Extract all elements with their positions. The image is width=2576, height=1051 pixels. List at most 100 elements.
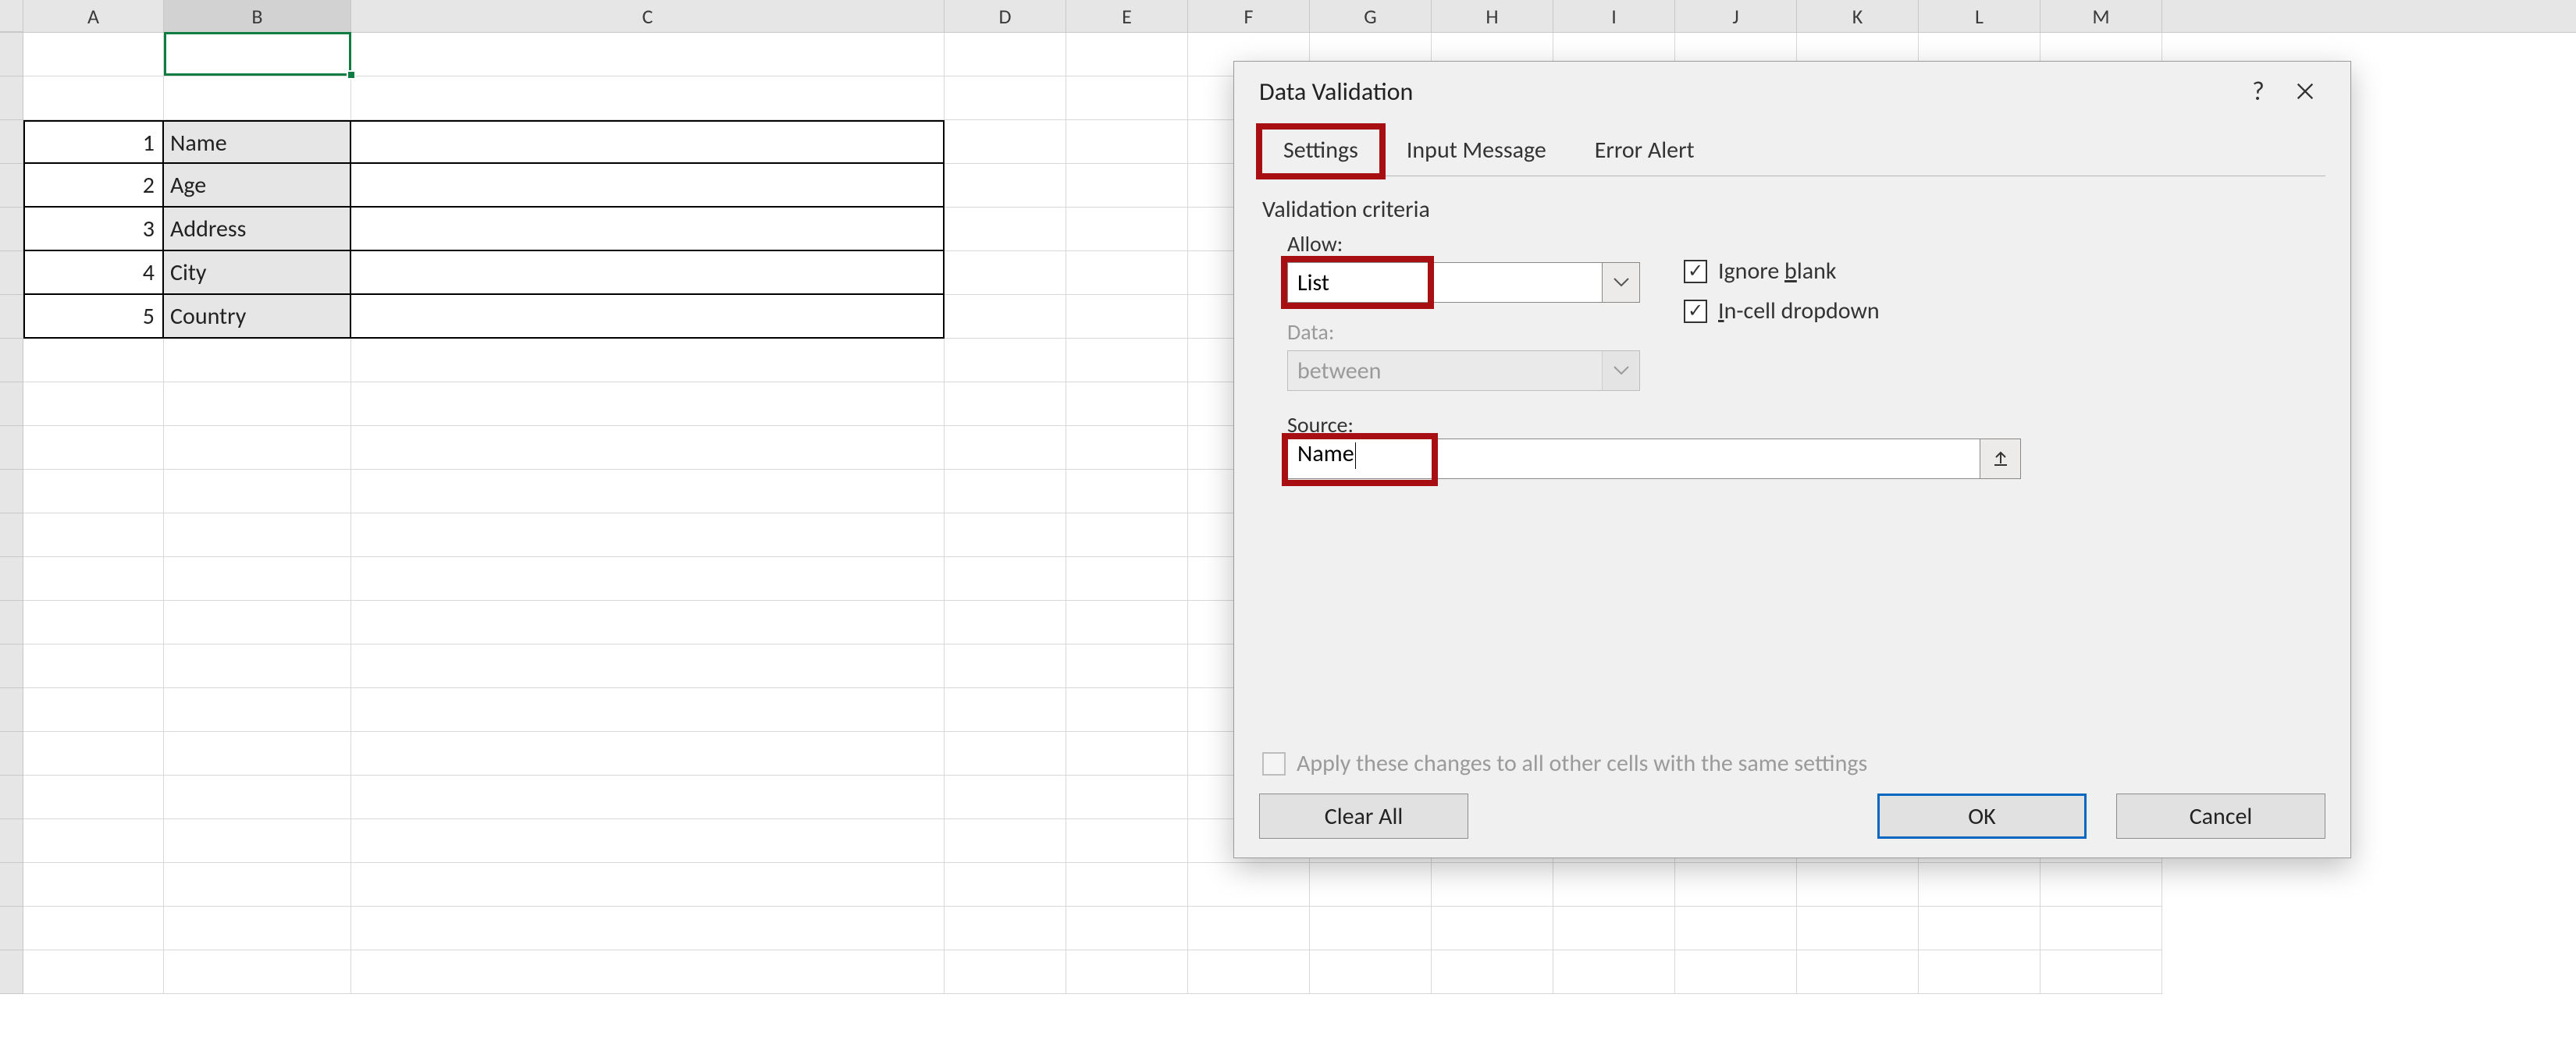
cell[interactable] [351,644,945,688]
cell[interactable] [945,208,1066,251]
cell[interactable] [945,120,1066,164]
col-header-L[interactable]: L [1919,0,2041,32]
cell[interactable] [1310,907,1432,950]
col-header-C[interactable]: C [351,0,945,32]
cell[interactable] [1066,601,1188,644]
cell[interactable] [23,950,164,994]
cell[interactable] [1066,644,1188,688]
cell[interactable] [23,644,164,688]
dialog-titlebar[interactable]: Data Validation ? [1234,62,2350,121]
clear-all-button[interactable]: Clear All [1259,794,1468,839]
col-header-H[interactable]: H [1432,0,1553,32]
cell[interactable] [1066,382,1188,426]
row-header-7[interactable] [0,295,23,339]
cell[interactable] [1675,950,1797,994]
row-header[interactable] [0,644,23,688]
cell[interactable] [164,601,351,644]
cell[interactable] [1066,557,1188,601]
row-header[interactable] [0,470,23,513]
cell[interactable] [164,76,351,120]
cell[interactable] [164,557,351,601]
col-header-K[interactable]: K [1797,0,1919,32]
cell[interactable] [1066,120,1188,164]
cell[interactable] [945,644,1066,688]
row-header[interactable] [0,339,23,382]
cell[interactable] [1066,819,1188,863]
cell[interactable] [1066,208,1188,251]
cell[interactable] [164,33,351,76]
cell[interactable] [1797,863,1919,907]
cell[interactable]: Name [164,120,351,164]
cell[interactable] [351,339,945,382]
cell[interactable] [23,426,164,470]
cell[interactable] [1066,513,1188,557]
cell[interactable] [945,688,1066,732]
cell[interactable] [2041,950,2162,994]
cell[interactable] [945,295,1066,339]
cell[interactable]: 5 [23,295,164,339]
cell[interactable] [23,470,164,513]
cell[interactable] [23,76,164,120]
collapse-dialog-button[interactable] [1980,439,2020,478]
cell[interactable] [1066,950,1188,994]
cell[interactable] [945,732,1066,776]
cell[interactable] [1066,688,1188,732]
cell[interactable] [2041,863,2162,907]
cell[interactable]: Country [164,295,351,339]
cell[interactable] [164,513,351,557]
col-header-J[interactable]: J [1675,0,1797,32]
tab-error-alert[interactable]: Error Alert [1571,126,1719,176]
help-button[interactable]: ? [2235,68,2282,115]
close-button[interactable] [2282,68,2329,115]
cell[interactable] [23,557,164,601]
cell[interactable] [351,164,945,208]
col-header-D[interactable]: D [945,0,1066,32]
cell[interactable] [351,732,945,776]
cell[interactable] [164,863,351,907]
row-header[interactable] [0,819,23,863]
cell[interactable] [23,688,164,732]
row-header-5[interactable] [0,208,23,251]
cell[interactable] [351,863,945,907]
cell[interactable] [351,382,945,426]
cell[interactable] [164,776,351,819]
cell[interactable] [23,33,164,76]
row-header[interactable] [0,557,23,601]
cell[interactable] [1432,950,1553,994]
cell[interactable] [1797,907,1919,950]
cell[interactable] [1066,339,1188,382]
cell[interactable]: City [164,251,351,295]
ignore-blank-checkbox[interactable]: ✓ Ignore blank [1684,257,1880,286]
cell[interactable] [1919,907,2041,950]
cell[interactable] [164,688,351,732]
cell[interactable] [351,776,945,819]
cell[interactable] [1188,863,1310,907]
cell[interactable] [164,950,351,994]
cell[interactable] [1553,907,1675,950]
cell[interactable] [945,76,1066,120]
cell[interactable] [945,776,1066,819]
col-header-M[interactable]: M [2041,0,2162,32]
cell[interactable]: Address [164,208,351,251]
cell[interactable] [1066,76,1188,120]
cell[interactable] [1066,776,1188,819]
cell[interactable] [164,470,351,513]
cell[interactable] [1432,863,1553,907]
cell[interactable] [351,601,945,644]
cell[interactable] [23,776,164,819]
cancel-button[interactable]: Cancel [2116,794,2325,839]
cell[interactable] [1188,907,1310,950]
cell[interactable] [351,470,945,513]
row-header[interactable] [0,513,23,557]
source-input[interactable]: Name [1288,439,1980,478]
cell[interactable] [351,907,945,950]
cell[interactable] [23,339,164,382]
cell[interactable] [945,907,1066,950]
cell[interactable] [1553,950,1675,994]
tab-input-message[interactable]: Input Message [1382,126,1571,176]
cell[interactable]: Age [164,164,351,208]
cell[interactable] [351,688,945,732]
cell[interactable] [1066,426,1188,470]
cell[interactable] [945,863,1066,907]
col-header-F[interactable]: F [1188,0,1310,32]
